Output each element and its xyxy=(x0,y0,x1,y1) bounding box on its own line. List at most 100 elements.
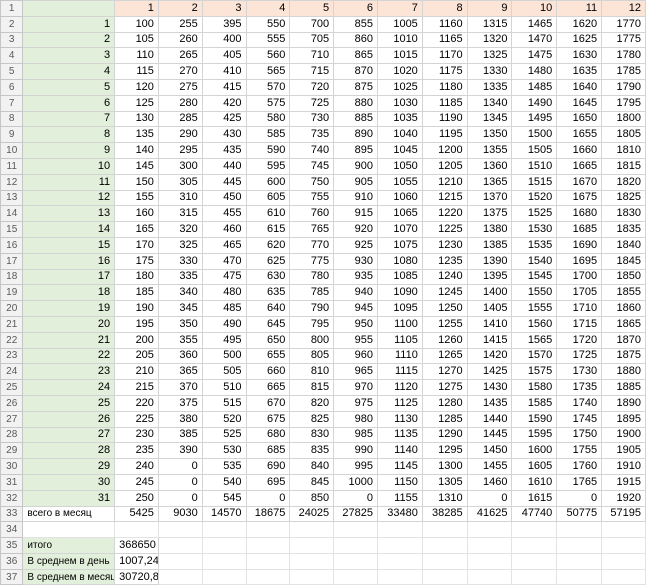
empty-cell[interactable] xyxy=(421,537,468,554)
monthly-total-cell[interactable]: 9030 xyxy=(157,505,203,523)
value-cell[interactable]: 1065 xyxy=(376,205,423,223)
empty-cell[interactable] xyxy=(289,568,335,585)
day-number-cell[interactable]: 10 xyxy=(22,157,116,175)
value-cell[interactable]: 840 xyxy=(289,458,335,475)
value-cell[interactable]: 1745 xyxy=(556,410,603,428)
value-cell[interactable]: 1895 xyxy=(601,410,646,428)
summary-label-cell[interactable]: В среднем в день xyxy=(22,552,116,570)
value-cell[interactable]: 685 xyxy=(245,442,291,460)
value-cell[interactable]: 220 xyxy=(114,394,159,412)
value-cell[interactable]: 195 xyxy=(114,315,159,333)
value-cell[interactable]: 305 xyxy=(157,173,203,191)
value-cell[interactable]: 535 xyxy=(201,458,247,475)
value-cell[interactable]: 1375 xyxy=(466,205,513,223)
value-cell[interactable]: 640 xyxy=(245,300,291,317)
value-cell[interactable]: 555 xyxy=(245,31,291,49)
value-cell[interactable]: 1215 xyxy=(421,189,468,207)
month-header-cell[interactable]: 11 xyxy=(556,0,603,17)
value-cell[interactable]: 735 xyxy=(289,126,335,144)
value-cell[interactable]: 1610 xyxy=(511,473,558,491)
value-cell[interactable]: 335 xyxy=(157,268,203,286)
value-cell[interactable]: 1270 xyxy=(421,363,468,381)
value-cell[interactable]: 1015 xyxy=(376,47,423,65)
value-cell[interactable]: 1050 xyxy=(376,157,423,175)
empty-cell[interactable] xyxy=(245,521,291,539)
value-cell[interactable]: 1710 xyxy=(556,300,603,317)
value-cell[interactable]: 1170 xyxy=(421,47,468,65)
value-cell[interactable]: 465 xyxy=(201,236,247,254)
value-cell[interactable]: 775 xyxy=(289,252,335,270)
day-number-cell[interactable]: 14 xyxy=(22,221,116,238)
value-cell[interactable]: 380 xyxy=(157,410,203,428)
value-cell[interactable]: 870 xyxy=(333,63,378,80)
value-cell[interactable]: 900 xyxy=(333,157,378,175)
value-cell[interactable]: 1820 xyxy=(601,173,646,191)
value-cell[interactable]: 1725 xyxy=(556,347,603,365)
value-cell[interactable]: 1445 xyxy=(466,426,513,444)
empty-cell[interactable] xyxy=(22,521,116,539)
value-cell[interactable]: 655 xyxy=(245,347,291,365)
value-cell[interactable]: 0 xyxy=(466,489,513,507)
value-cell[interactable]: 675 xyxy=(245,410,291,428)
row-number[interactable]: 19 xyxy=(0,284,24,302)
value-cell[interactable]: 530 xyxy=(201,442,247,460)
value-cell[interactable]: 510 xyxy=(201,379,247,396)
empty-cell[interactable] xyxy=(157,552,203,570)
value-cell[interactable]: 960 xyxy=(333,347,378,365)
month-header-cell[interactable]: 10 xyxy=(511,0,558,17)
value-cell[interactable]: 1830 xyxy=(601,205,646,223)
empty-cell[interactable] xyxy=(289,521,335,539)
value-cell[interactable]: 765 xyxy=(289,221,335,238)
value-cell[interactable]: 1470 xyxy=(511,31,558,49)
value-cell[interactable]: 365 xyxy=(157,363,203,381)
value-cell[interactable]: 1765 xyxy=(556,473,603,491)
row-number[interactable]: 5 xyxy=(0,63,24,80)
monthly-total-cell[interactable]: 14570 xyxy=(201,505,247,523)
value-cell[interactable]: 1290 xyxy=(421,426,468,444)
value-cell[interactable]: 1095 xyxy=(376,300,423,317)
value-cell[interactable]: 1675 xyxy=(556,189,603,207)
value-cell[interactable]: 715 xyxy=(289,63,335,80)
empty-cell[interactable] xyxy=(201,521,247,539)
value-cell[interactable]: 140 xyxy=(114,142,159,159)
row-number[interactable]: 36 xyxy=(0,552,24,570)
value-cell[interactable]: 540 xyxy=(201,473,247,491)
value-cell[interactable]: 1135 xyxy=(376,426,423,444)
empty-cell[interactable] xyxy=(376,552,423,570)
day-number-cell[interactable]: 28 xyxy=(22,442,116,460)
day-number-cell[interactable]: 1 xyxy=(22,15,116,33)
value-cell[interactable]: 250 xyxy=(114,489,159,507)
value-cell[interactable]: 1400 xyxy=(466,284,513,302)
month-header-cell[interactable]: 4 xyxy=(245,0,291,17)
value-cell[interactable]: 890 xyxy=(333,126,378,144)
value-cell[interactable]: 1485 xyxy=(511,78,558,96)
value-cell[interactable]: 1825 xyxy=(601,189,646,207)
row-number[interactable]: 10 xyxy=(0,142,24,159)
value-cell[interactable]: 355 xyxy=(157,331,203,349)
value-cell[interactable]: 390 xyxy=(157,442,203,460)
total-label-cell[interactable]: всего в месяц xyxy=(22,505,116,523)
value-cell[interactable]: 850 xyxy=(289,489,335,507)
value-cell[interactable]: 740 xyxy=(289,142,335,159)
value-cell[interactable]: 935 xyxy=(333,268,378,286)
value-cell[interactable]: 1890 xyxy=(601,394,646,412)
value-cell[interactable]: 875 xyxy=(333,78,378,96)
row-number[interactable]: 26 xyxy=(0,394,24,412)
value-cell[interactable]: 1235 xyxy=(421,252,468,270)
value-cell[interactable]: 1920 xyxy=(601,489,646,507)
value-cell[interactable]: 1665 xyxy=(556,157,603,175)
value-cell[interactable]: 820 xyxy=(289,394,335,412)
value-cell[interactable]: 1835 xyxy=(601,221,646,238)
value-cell[interactable]: 1780 xyxy=(601,47,646,65)
value-cell[interactable]: 560 xyxy=(245,47,291,65)
month-header-cell[interactable]: 2 xyxy=(157,0,203,17)
value-cell[interactable]: 440 xyxy=(201,157,247,175)
value-cell[interactable]: 1480 xyxy=(511,63,558,80)
day-number-cell[interactable]: 8 xyxy=(22,126,116,144)
value-cell[interactable]: 1585 xyxy=(511,394,558,412)
value-cell[interactable]: 1500 xyxy=(511,126,558,144)
value-cell[interactable]: 1245 xyxy=(421,284,468,302)
value-cell[interactable]: 1900 xyxy=(601,426,646,444)
value-cell[interactable]: 285 xyxy=(157,110,203,128)
value-cell[interactable]: 1465 xyxy=(511,15,558,33)
